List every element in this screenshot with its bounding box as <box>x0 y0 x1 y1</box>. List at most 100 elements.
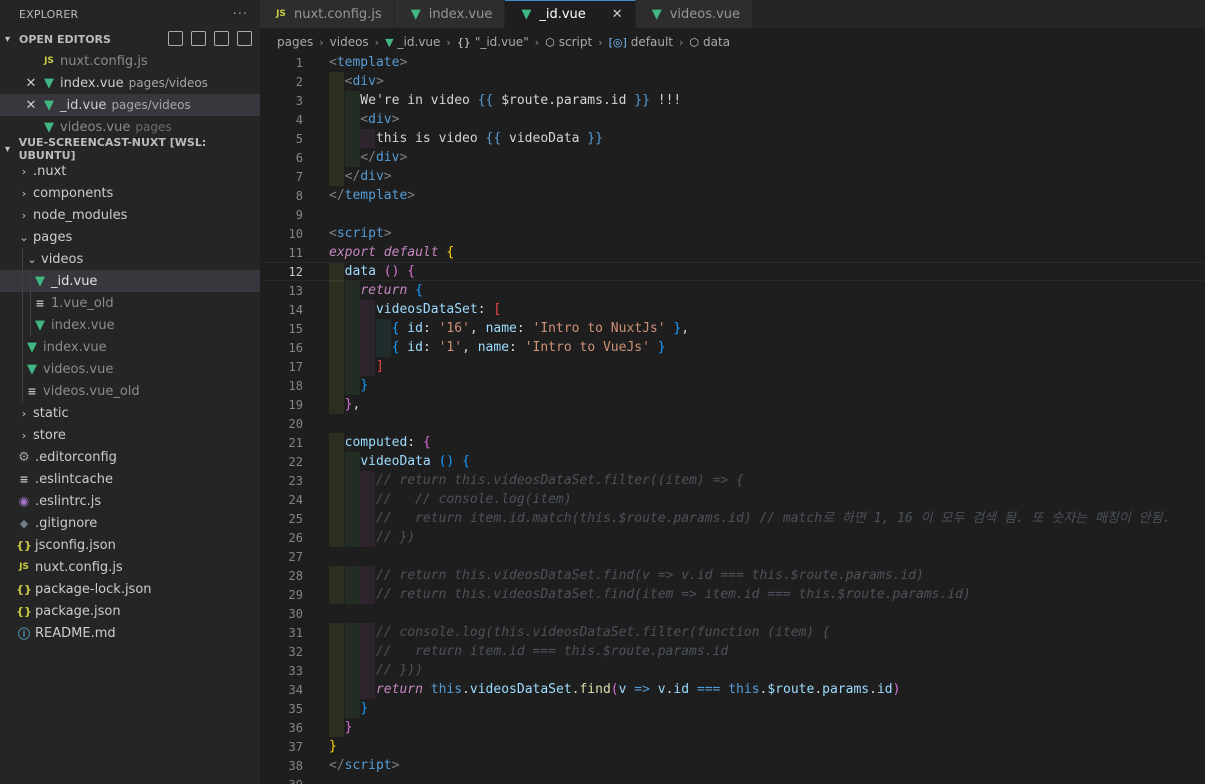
code-line[interactable]: 2 <div> <box>260 72 1205 91</box>
workspace-section[interactable]: ▾ VUE-SCREENCAST-NUXT [WSL: UBUNTU] <box>0 136 260 162</box>
tree-item[interactable]: {} package.json <box>0 600 260 622</box>
tree-item[interactable]: ⌄ pages <box>0 226 260 248</box>
code-line[interactable]: 8 </template> <box>260 186 1205 205</box>
code-line[interactable]: 22 videoData () { <box>260 452 1205 471</box>
code-line[interactable]: 14 videosDataSet: [ <box>260 300 1205 319</box>
chevron-right-icon: › <box>319 35 324 49</box>
tree-item[interactable]: › node_modules <box>0 204 260 226</box>
code-line[interactable]: 39 <box>260 775 1205 784</box>
save-all-icon[interactable] <box>214 31 229 46</box>
new-folder-icon[interactable] <box>191 31 206 46</box>
breadcrumb-item[interactable]: videos <box>330 35 369 49</box>
code-token: template <box>336 55 400 70</box>
new-file-icon[interactable] <box>168 31 183 46</box>
chevron-down-icon[interactable]: ⌄ <box>17 231 31 244</box>
code-line[interactable]: 4 <div> <box>260 110 1205 129</box>
code-line[interactable]: 3 We're in video {{ $route.params.id }} … <box>260 91 1205 110</box>
tab-index-vue[interactable]: ▼ index.vue <box>394 0 506 28</box>
breadcrumb-item[interactable]: [◎] default <box>609 35 673 49</box>
code-line[interactable]: 10 <script> <box>260 224 1205 243</box>
tree-item[interactable]: ⓘ README.md <box>0 622 260 644</box>
code-line[interactable]: 25 // return item.id.match(this.$route.p… <box>260 509 1205 528</box>
code-line[interactable]: 32 // return item.id === this.$route.par… <box>260 642 1205 661</box>
code-token: div <box>352 74 376 89</box>
chevron-right-icon[interactable]: › <box>17 407 31 420</box>
code-line[interactable]: 34 return this.videosDataSet.find(v => v… <box>260 680 1205 699</box>
breadcrumb-item[interactable]: ⬡ script <box>545 35 592 49</box>
code-line[interactable]: 37} <box>260 737 1205 756</box>
more-actions-icon[interactable]: ··· <box>233 7 248 22</box>
breadcrumb-item[interactable]: {} "_id.vue" <box>457 35 529 49</box>
open-editor-item[interactable]: ✕ ▼ _id.vue pages/videos <box>0 94 260 116</box>
tree-item[interactable]: › .nuxt <box>0 160 260 182</box>
breadcrumb-item[interactable]: ⬡ data <box>689 35 730 49</box>
tree-item[interactable]: ▼ index.vue <box>0 336 260 358</box>
tree-item[interactable]: › static <box>0 402 260 424</box>
open-editor-item[interactable]: ▼ videos.vue pages <box>0 116 260 138</box>
close-icon[interactable]: ✕ <box>612 7 623 22</box>
code-line[interactable]: 31 // console.log(this.videosDataSet.fil… <box>260 623 1205 642</box>
close-all-icon[interactable] <box>237 31 252 46</box>
code-line[interactable]: 16 { id: '1', name: 'Intro to VueJs' } <box>260 338 1205 357</box>
code-line[interactable]: 18 } <box>260 376 1205 395</box>
tree-item[interactable]: JS nuxt.config.js <box>0 556 260 578</box>
close-icon[interactable]: ✕ <box>24 76 38 91</box>
code-line[interactable]: 24 // // console.log(item) <box>260 490 1205 509</box>
code-line[interactable]: 35 } <box>260 699 1205 718</box>
code-line[interactable]: 20 <box>260 414 1205 433</box>
tree-item[interactable]: {} package-lock.json <box>0 578 260 600</box>
tree-item[interactable]: ≡ videos.vue_old <box>0 380 260 402</box>
code-editor[interactable]: 1 <template> 2 <div> 3 We're in video {{ $r… <box>260 53 1205 784</box>
code-line[interactable]: 28 // return this.videosDataSet.find(v =… <box>260 566 1205 585</box>
chevron-right-icon[interactable]: › <box>17 187 31 200</box>
tree-item[interactable]: ⌄ videos <box>0 248 260 270</box>
code-line[interactable]: 27 <box>260 547 1205 566</box>
tab-videos-vue[interactable]: ▼ videos.vue <box>635 0 754 28</box>
code-line[interactable]: 36 } <box>260 718 1205 737</box>
open-editor-item[interactable]: ✕ ▼ index.vue pages/videos <box>0 72 260 94</box>
tree-item[interactable]: ▼ _id.vue <box>0 270 260 292</box>
line-number: 33 <box>288 663 303 678</box>
code-line[interactable]: 7 </div> <box>260 167 1205 186</box>
code-line[interactable]: 9 <box>260 205 1205 224</box>
breadcrumb-item[interactable]: pages <box>277 35 313 49</box>
code-line[interactable]: 19 }, <box>260 395 1205 414</box>
tree-item[interactable]: ≡ .eslintcache <box>0 468 260 490</box>
code-line[interactable]: 6 </div> <box>260 148 1205 167</box>
code-line[interactable]: 38 </script> <box>260 756 1205 775</box>
code-line[interactable]: 21 computed: { <box>260 433 1205 452</box>
breadcrumb-item[interactable]: ▼ _id.vue <box>385 35 440 49</box>
code-line[interactable]: 1 <template> <box>260 53 1205 72</box>
code-line[interactable]: 29 // return this.videosDataSet.find(ite… <box>260 585 1205 604</box>
tree-item[interactable]: › components <box>0 182 260 204</box>
code-line[interactable]: 33 // })) <box>260 661 1205 680</box>
close-icon[interactable]: ✕ <box>24 98 38 113</box>
code-line[interactable]: 30 <box>260 604 1205 623</box>
code-line[interactable]: 26 // }) <box>260 528 1205 547</box>
tab-nuxt-config-js[interactable]: JS nuxt.config.js <box>260 0 395 28</box>
code-line[interactable]: 12 data () { <box>260 262 1205 282</box>
code-line[interactable]: 11 export default { <box>260 243 1205 262</box>
code-line[interactable]: 17 ] <box>260 357 1205 376</box>
open-editor-item[interactable]: JS nuxt.config.js <box>0 50 260 72</box>
chevron-right-icon[interactable]: › <box>17 429 31 442</box>
tree-item[interactable]: ◉ .eslintrc.js <box>0 490 260 512</box>
file-tree: › .nuxt › components › node_modules ⌄ pages ⌄ vid… <box>0 160 260 644</box>
code-line[interactable]: 23 // return this.videosDataSet.filter((… <box>260 471 1205 490</box>
tree-item[interactable]: ◆ .gitignore <box>0 512 260 534</box>
tree-item[interactable]: ⚙ .editorconfig <box>0 446 260 468</box>
tree-item[interactable]: {} jsconfig.json <box>0 534 260 556</box>
chevron-down-icon[interactable]: ⌄ <box>25 253 39 266</box>
tab--id-vue[interactable]: ▼ _id.vue ✕ <box>505 0 636 28</box>
tree-item[interactable]: ▼ videos.vue <box>0 358 260 380</box>
code-line[interactable]: 5 this is video {{ videoData }} <box>260 129 1205 148</box>
code-line[interactable]: 13 return { <box>260 281 1205 300</box>
chevron-right-icon[interactable]: › <box>17 165 31 178</box>
tree-item[interactable]: ▼ index.vue <box>0 314 260 336</box>
open-editors-section[interactable]: ▾ OPEN EDITORS <box>0 28 260 50</box>
tree-item[interactable]: › store <box>0 424 260 446</box>
code-line[interactable]: 15 { id: '16', name: 'Intro to NuxtJs' }… <box>260 319 1205 338</box>
chevron-right-icon[interactable]: › <box>17 209 31 222</box>
tree-item[interactable]: ≡ 1.vue_old <box>0 292 260 314</box>
code-token: > <box>391 112 400 127</box>
